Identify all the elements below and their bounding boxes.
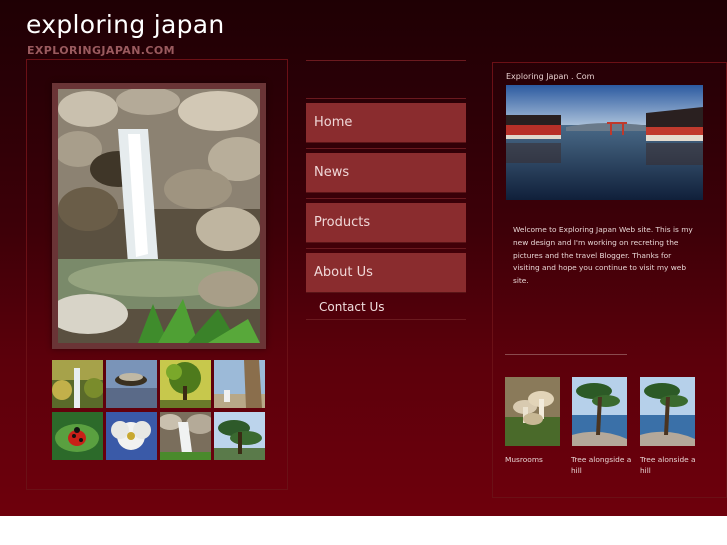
thumbnail-waterfall[interactable] — [160, 412, 211, 460]
tree-hill-2-caption: Tree alonside a hill — [640, 455, 696, 475]
tree-hill-thumbnail[interactable] — [572, 377, 627, 446]
main-photo-frame — [52, 83, 266, 349]
waterfall-photo[interactable] — [58, 89, 260, 343]
site-title: exploring japan — [26, 10, 225, 39]
page-background: exploring japan EXPLORINGJAPAN.COM Home … — [0, 0, 727, 516]
thumbnail-flower[interactable] — [106, 412, 157, 460]
nav-home-button[interactable]: Home — [306, 103, 466, 143]
thumbnail-green-tree[interactable] — [160, 360, 211, 408]
thumbnail-waterfall-forest[interactable] — [52, 360, 103, 408]
thumbnail-rock-landscape[interactable] — [106, 360, 157, 408]
shrine-photo[interactable] — [506, 85, 703, 200]
thumbnail-pine-tree[interactable] — [214, 412, 265, 460]
nav-divider — [306, 198, 466, 199]
content-heading: Exploring Japan . Com — [506, 72, 595, 81]
nav-divider — [306, 248, 466, 249]
tree-hill-caption: Tree alongside a hill — [571, 455, 632, 475]
mushrooms-caption: Musrooms — [505, 455, 543, 464]
nav-contact-us-link[interactable]: Contact Us — [306, 300, 466, 320]
nav-divider — [306, 98, 466, 99]
mushrooms-thumbnail[interactable] — [505, 377, 560, 446]
content-divider — [505, 354, 627, 355]
nav-about-us-button[interactable]: About Us — [306, 253, 466, 293]
site-domain: EXPLORINGJAPAN.COM — [27, 44, 175, 57]
thumbnail-tree-trunk[interactable] — [214, 360, 265, 408]
nav-products-button[interactable]: Products — [306, 203, 466, 243]
welcome-text: Welcome to Exploring Japan Web site. Thi… — [513, 225, 693, 286]
thumbnail-ladybug[interactable] — [52, 412, 103, 460]
nav-divider — [306, 148, 466, 149]
tree-hill-2-thumbnail[interactable] — [640, 377, 695, 446]
nav-divider — [306, 60, 466, 61]
nav-news-button[interactable]: News — [306, 153, 466, 193]
